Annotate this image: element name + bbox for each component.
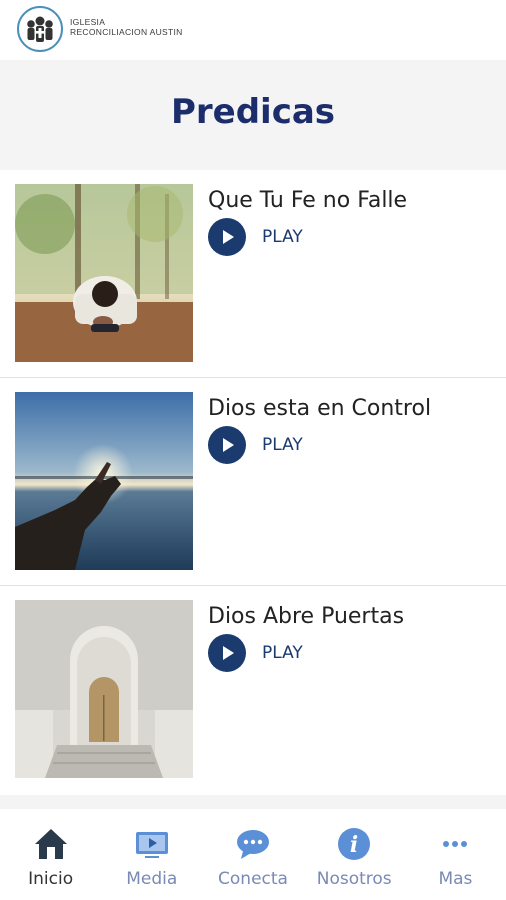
tab-label: Conecta [218, 869, 288, 889]
tab-media[interactable]: Media [101, 809, 202, 900]
people-cross-icon [27, 16, 53, 42]
tab-nosotros[interactable]: i Nosotros [304, 809, 405, 900]
sermon-title[interactable]: Que Tu Fe no Falle [208, 188, 407, 213]
play-label[interactable]: PLAY [262, 435, 303, 455]
svg-text:i: i [350, 832, 358, 858]
home-icon [34, 829, 67, 859]
play-icon [223, 646, 234, 660]
play-button[interactable] [208, 634, 246, 672]
more-icon [443, 841, 468, 847]
play-label[interactable]: PLAY [262, 227, 303, 247]
sermon-title[interactable]: Dios esta en Control [208, 396, 431, 421]
play-label[interactable]: PLAY [262, 643, 303, 663]
sermon-item[interactable]: Dios esta en Control PLAY [0, 378, 506, 586]
tab-label: Media [126, 869, 178, 889]
chat-icon [237, 830, 269, 859]
tab-label: Mas [438, 869, 473, 889]
person-praying-image[interactable] [15, 184, 193, 362]
play-button[interactable] [208, 426, 246, 464]
info-icon: i [338, 828, 371, 860]
play-icon [223, 438, 234, 452]
bottom-tab-bar: Inicio Media Conecta i Nosotros Mas [0, 809, 506, 900]
brand-line-1: IGLESIA [70, 17, 106, 27]
list-end-band [0, 795, 506, 809]
media-icon [135, 832, 168, 858]
play-button[interactable] [208, 218, 246, 256]
tab-label: Nosotros [316, 869, 392, 889]
hand-sunset-image[interactable] [15, 392, 193, 570]
play-icon [223, 230, 234, 244]
app-header: IGLESIA RECONCILIACION AUSTIN [0, 0, 506, 60]
tab-inicio[interactable]: Inicio [0, 809, 101, 900]
tab-label: Inicio [28, 869, 74, 889]
brand-line-2: RECONCILIACION AUSTIN [70, 27, 183, 37]
church-name: IGLESIA RECONCILIACION AUSTIN [70, 17, 183, 37]
tab-conecta[interactable]: Conecta [202, 809, 303, 900]
sermon-item[interactable]: Que Tu Fe no Falle PLAY [0, 170, 506, 378]
church-logo[interactable] [17, 6, 63, 52]
page-title: Predicas [170, 92, 336, 132]
tab-mas[interactable]: Mas [405, 809, 506, 900]
door-arch-image[interactable] [15, 600, 193, 778]
sermon-item[interactable]: Dios Abre Puertas PLAY [0, 586, 506, 794]
sermon-title[interactable]: Dios Abre Puertas [208, 604, 404, 629]
